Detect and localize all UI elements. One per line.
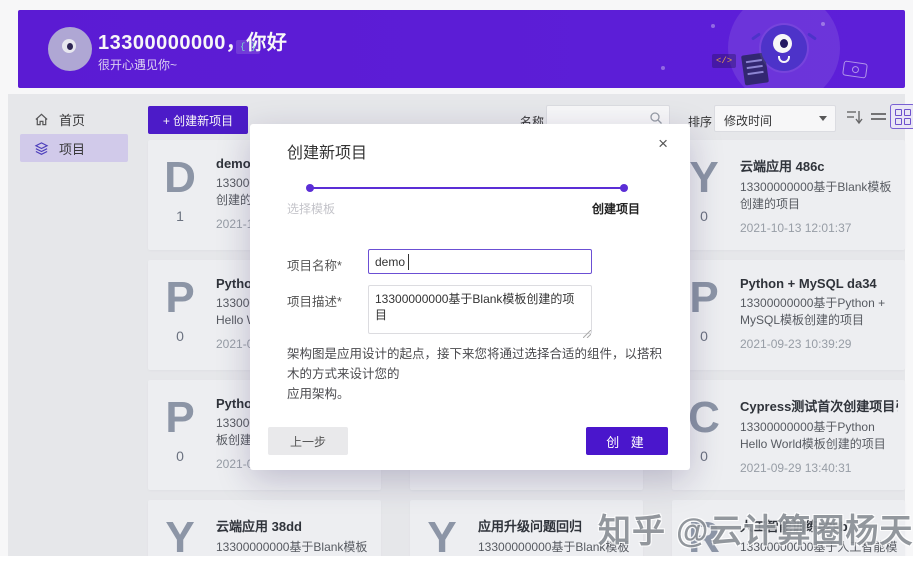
app-window: 13300000000，你好 很开心遇见你~ </> { } 首页 项目 + 创…	[0, 0, 913, 563]
project-desc-textarea[interactable]: 13300000000基于Blank模板创建的项目	[368, 285, 592, 334]
step-dot-create	[620, 184, 628, 192]
dialog-title: 创建新项目	[287, 145, 368, 162]
close-icon[interactable]: ×	[658, 134, 668, 154]
text-cursor	[408, 254, 409, 270]
create-submit-button[interactable]: 创 建	[586, 427, 668, 455]
stepper-track	[310, 187, 624, 189]
architecture-hint-text: 架构图是应用设计的起点，接下来您将通过选择合适的组件，以搭积木的方式来设计您的 …	[287, 347, 663, 401]
project-name-label: 项目名称*	[287, 259, 342, 273]
project-name-field-wrap	[368, 249, 592, 274]
project-desc-label: 项目描述*	[287, 295, 342, 309]
step-dot-template	[306, 184, 314, 192]
create-project-dialog: 创建新项目 × 选择模板 创建项目 项目名称* 项目描述* 1330000000…	[250, 124, 690, 470]
step-label-create: 创建项目	[591, 202, 640, 216]
bottom-edge	[0, 556, 913, 563]
project-name-input[interactable]	[369, 250, 591, 273]
previous-step-button[interactable]: 上一步	[268, 427, 348, 455]
step-label-template: 选择模板	[287, 202, 336, 216]
